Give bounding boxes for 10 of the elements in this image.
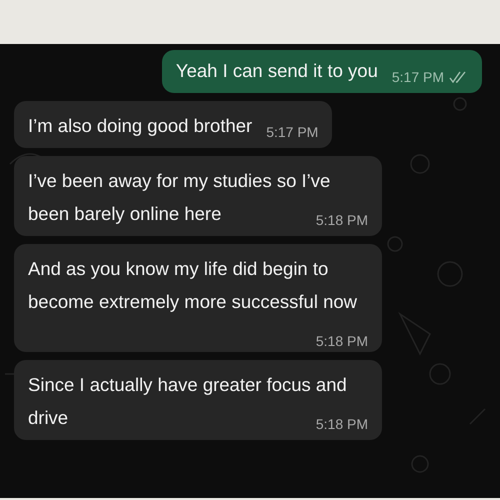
- message-time: 5:18 PM: [316, 332, 368, 350]
- received-message: Since I actually have greater focus and drive 5:18 PM: [14, 360, 382, 440]
- received-message: I’m also doing good brother 5:17 PM: [14, 101, 332, 148]
- message-time: 5:18 PM: [316, 211, 368, 229]
- received-message: And as you know my life did begin to become extremely more successful now 5:18 PM: [14, 244, 382, 352]
- message-time: 5:17 PM: [266, 123, 318, 141]
- sent-message: Yeah I can send it to you 5:17 PM: [162, 50, 482, 93]
- message-time: 5:18 PM: [316, 415, 368, 433]
- message-time: 5:17 PM: [392, 68, 444, 86]
- received-message: I’ve been away for my studies so I’ve been barely online here 5:18 PM: [14, 156, 382, 236]
